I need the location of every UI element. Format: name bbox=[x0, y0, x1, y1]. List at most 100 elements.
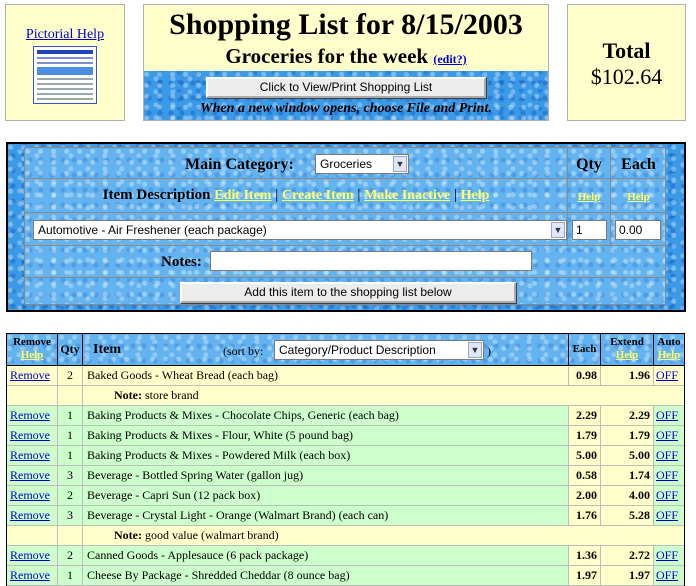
remove-link[interactable]: Remove bbox=[10, 488, 50, 502]
view-print-button[interactable]: Click to View/Print Shopping List bbox=[206, 77, 486, 98]
link-separator: | bbox=[275, 187, 279, 203]
main-category-select[interactable]: Groceries ▼ bbox=[315, 154, 409, 174]
item-extend: 1.79 bbox=[601, 426, 654, 445]
item-extend: 1.74 bbox=[601, 466, 654, 485]
item-each: 2.00 bbox=[569, 486, 601, 505]
each-list-header: Each bbox=[569, 334, 601, 365]
auto-toggle-link[interactable]: OFF bbox=[656, 368, 678, 382]
chevron-down-icon: ▼ bbox=[393, 156, 407, 172]
item-each: 5.00 bbox=[569, 446, 601, 465]
remove-link[interactable]: Remove bbox=[10, 468, 50, 482]
sort-by-close: ) bbox=[487, 344, 491, 358]
total-amount: $102.64 bbox=[590, 64, 663, 89]
total-box: Total $102.64 bbox=[567, 4, 686, 121]
qty-column-header: Qty bbox=[576, 156, 602, 173]
auto-toggle-link[interactable]: OFF bbox=[656, 508, 678, 522]
item-qty: 1 bbox=[58, 566, 83, 585]
item-each: 2.29 bbox=[569, 406, 601, 425]
extend-help-link[interactable]: Help bbox=[601, 349, 653, 362]
item-each: 1.76 bbox=[569, 506, 601, 525]
list-item: Remove 2 Canned Goods - Applesauce (6 pa… bbox=[7, 546, 684, 566]
auto-toggle-link[interactable]: OFF bbox=[656, 408, 678, 422]
auto-toggle-link[interactable]: OFF bbox=[656, 568, 678, 582]
item-list-header: Item bbox=[93, 342, 121, 357]
item-qty: 1 bbox=[58, 426, 83, 445]
sort-select-value: Category/Product Description bbox=[279, 343, 436, 357]
item-qty: 3 bbox=[58, 506, 83, 525]
item-description: Beverage - Crystal Light - Orange (Walma… bbox=[83, 506, 569, 525]
auto-toggle-link[interactable]: OFF bbox=[656, 428, 678, 442]
remove-help-link[interactable]: Help bbox=[7, 349, 57, 362]
item-each: 1.79 bbox=[569, 426, 601, 445]
remove-link[interactable]: Remove bbox=[10, 408, 50, 422]
item-extend: 4.00 bbox=[601, 486, 654, 505]
qty-input[interactable]: 1 bbox=[572, 220, 607, 240]
main-category-value: Groceries bbox=[320, 157, 373, 171]
page-subtitle: Groceries for the week (edit?) bbox=[144, 43, 548, 72]
add-item-form: Main Category: Groceries ▼ Qty Each Item… bbox=[6, 142, 686, 312]
notes-input[interactable] bbox=[210, 251, 532, 271]
pictorial-help-link[interactable]: Pictorial Help bbox=[6, 27, 124, 43]
note-text: store brand bbox=[144, 388, 199, 402]
note-row: Note: good value (walmart brand) bbox=[7, 526, 684, 546]
auto-toggle-link[interactable]: OFF bbox=[656, 548, 678, 562]
item-description: Beverage - Bottled Spring Water (gallon … bbox=[83, 466, 569, 485]
item-extend: 1.97 bbox=[601, 566, 654, 585]
link-separator: | bbox=[453, 187, 457, 203]
item-select-value: Automotive - Air Freshener (each package… bbox=[38, 223, 267, 237]
remove-link[interactable]: Remove bbox=[10, 448, 50, 462]
item-description: Canned Goods - Applesauce (6 pack packag… bbox=[83, 546, 569, 565]
remove-link[interactable]: Remove bbox=[10, 508, 50, 522]
remove-link[interactable]: Remove bbox=[10, 548, 50, 562]
auto-column-header: Auto bbox=[657, 336, 681, 348]
remove-link[interactable]: Remove bbox=[10, 428, 50, 442]
list-item: Remove 3 Beverage - Crystal Light - Oran… bbox=[7, 506, 684, 526]
item-description: Baking Products & Mixes - Chocolate Chip… bbox=[83, 406, 569, 425]
item-qty: 3 bbox=[58, 466, 83, 485]
item-qty: 2 bbox=[58, 366, 83, 385]
extend-column-header: Extend bbox=[610, 336, 644, 348]
qty-list-header: Qty bbox=[58, 334, 83, 365]
auto-toggle-link[interactable]: OFF bbox=[656, 488, 678, 502]
edit-item-link[interactable]: Edit Item bbox=[214, 188, 271, 203]
form-inner: Main Category: Groceries ▼ Qty Each Item… bbox=[24, 147, 666, 305]
shopping-list-table: Remove Help Qty Item (sort by: Category/… bbox=[6, 333, 685, 586]
remove-link[interactable]: Remove bbox=[10, 368, 50, 382]
auto-help-link[interactable]: Help bbox=[654, 349, 684, 362]
create-item-link[interactable]: Create Item bbox=[282, 188, 354, 203]
item-extend: 2.72 bbox=[601, 546, 654, 565]
each-help-link[interactable]: Help bbox=[611, 191, 666, 203]
edit-title-link[interactable]: (edit?) bbox=[433, 52, 466, 66]
note-label: Note: bbox=[114, 388, 142, 402]
item-qty: 1 bbox=[58, 406, 83, 425]
item-description-row: Item Description Edit Item | Create Item… bbox=[25, 187, 567, 204]
item-description-label: Item Description bbox=[102, 187, 211, 203]
item-select[interactable]: Automotive - Air Freshener (each package… bbox=[33, 220, 567, 240]
item-qty: 1 bbox=[58, 446, 83, 465]
auto-toggle-link[interactable]: OFF bbox=[656, 468, 678, 482]
item-help-link[interactable]: Help bbox=[461, 188, 490, 203]
make-inactive-link[interactable]: Make Inactive bbox=[364, 188, 450, 203]
item-each: 0.98 bbox=[569, 366, 601, 385]
item-description: Cheese By Package - Shredded Cheddar (8 … bbox=[83, 566, 569, 585]
auto-toggle-link[interactable]: OFF bbox=[656, 448, 678, 462]
print-instruction: When a new window opens, choose File and… bbox=[200, 101, 492, 116]
remove-link[interactable]: Remove bbox=[10, 568, 50, 582]
qty-help-link[interactable]: Help bbox=[568, 191, 610, 203]
list-item: Remove 1 Cheese By Package - Shredded Ch… bbox=[7, 566, 684, 586]
sort-select[interactable]: Category/Product Description ▼ bbox=[274, 340, 484, 360]
note-text: good value (walmart brand) bbox=[144, 528, 279, 542]
chevron-down-icon: ▼ bbox=[468, 342, 482, 358]
list-item: Remove 2 Beverage - Capri Sun (12 pack b… bbox=[7, 486, 684, 506]
each-input[interactable]: 0.00 bbox=[615, 220, 661, 240]
item-each: 0.58 bbox=[569, 466, 601, 485]
header-box: Shopping List for 8/15/2003 Groceries fo… bbox=[143, 4, 549, 121]
add-item-button[interactable]: Add this item to the shopping list below bbox=[180, 282, 516, 303]
item-qty: 2 bbox=[58, 546, 83, 565]
link-separator: | bbox=[357, 187, 361, 203]
pictorial-help-thumbnail[interactable] bbox=[33, 46, 97, 104]
item-description: Beverage - Capri Sun (12 pack box) bbox=[83, 486, 569, 505]
remove-column-header: Remove bbox=[13, 336, 51, 348]
list-item: Remove 3 Beverage - Bottled Spring Water… bbox=[7, 466, 684, 486]
item-description: Baked Goods - Wheat Bread (each bag) bbox=[83, 366, 569, 385]
